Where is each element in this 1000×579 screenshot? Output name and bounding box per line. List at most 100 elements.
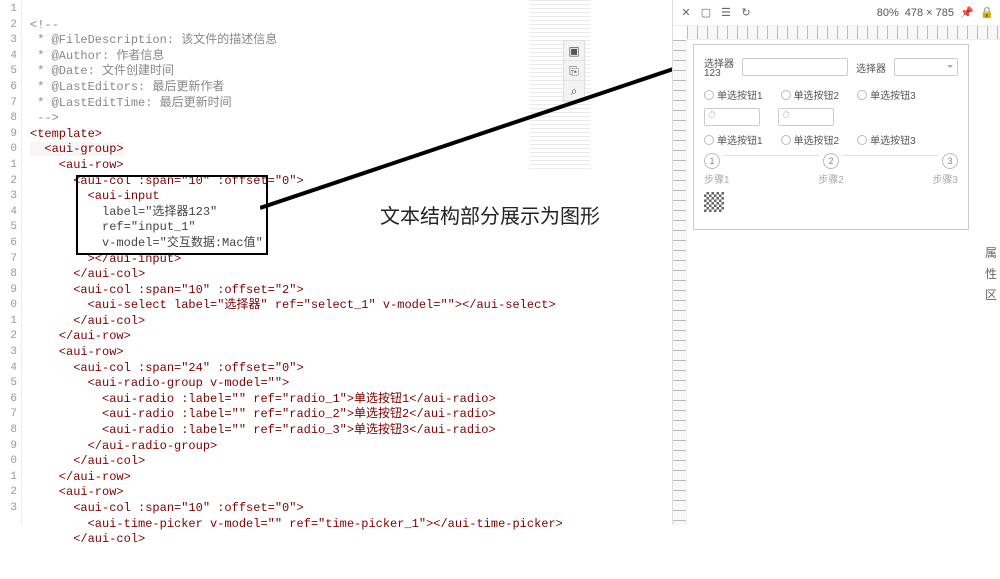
code-line: <aui-row> [30, 345, 124, 359]
step-item[interactable]: 2 [823, 153, 839, 169]
annotation-callout: 文本结构部分展示为图形 [380, 200, 600, 229]
line-number: 4 [0, 361, 17, 377]
code-line: </aui-col> [30, 532, 145, 546]
line-gutter: 1 2 3 4 5 6 7 8 9 0 1 2 3 4 5 6 7 8 9 0 … [0, 0, 22, 525]
line-number: 1 [0, 470, 17, 486]
line-number: 9 [0, 439, 17, 455]
code-line: <aui-radio-group v-model=""> [30, 376, 289, 390]
line-number: 6 [0, 392, 17, 408]
radio-label: 单选按钮1 [717, 87, 763, 102]
code-line: <aui-row> [30, 485, 124, 499]
radio-icon [781, 135, 791, 145]
code-line: * @LastEditors: 最后更新作者 [30, 80, 224, 94]
radio-option[interactable]: 单选按钮1 [704, 87, 763, 102]
line-number: 0 [0, 298, 17, 314]
bounds-icon[interactable]: ▢ [699, 6, 713, 20]
pin-icon[interactable]: 📌 [960, 6, 974, 20]
side-tab[interactable]: 性 [982, 265, 1000, 282]
line-number: 9 [0, 127, 17, 143]
radio-label: 单选按钮2 [794, 132, 840, 147]
side-panel-tabs: 属 性 区 [982, 240, 1000, 307]
line-number: 3 [0, 501, 17, 517]
qr-code-icon [704, 192, 724, 212]
step-number: 2 [823, 153, 839, 169]
code-line: * @LastEditTime: 最后更新时间 [30, 96, 232, 110]
line-number: 1 [0, 314, 17, 330]
select-label: 选择器 [856, 60, 886, 75]
radio-label: 单选按钮3 [870, 132, 916, 147]
radio-option[interactable]: 单选按钮2 [781, 132, 840, 147]
text-input[interactable] [742, 58, 848, 76]
design-canvas[interactable]: 选择器 123 选择器 单选按钮1 单选按钮2 单选按钮3 单选按钮1 单选按钮… [693, 44, 969, 230]
code-line: </aui-radio-group> [30, 439, 217, 453]
code-line: label="选择器123" [30, 205, 217, 219]
radio-icon [781, 90, 791, 100]
step-label: 步骤3 [932, 171, 958, 186]
step-label: 步骤2 [818, 171, 844, 186]
code-line: ref="input_1" [30, 220, 196, 234]
radio-option[interactable]: 单选按钮3 [857, 87, 916, 102]
radio-label: 单选按钮3 [870, 87, 916, 102]
toolbar-icon[interactable]: ⌕ [564, 81, 584, 101]
code-line: --> [30, 111, 59, 125]
select-dropdown[interactable] [894, 58, 958, 76]
toolbar-icon[interactable]: ⎘ [564, 61, 584, 81]
code-line: </aui-col> [30, 314, 145, 328]
code-line: <aui-row> [30, 158, 124, 172]
time-picker-row [704, 108, 958, 126]
line-number: 5 [0, 220, 17, 236]
radio-icon [704, 135, 714, 145]
code-line: <aui-col :span="10" :offset="2"> [30, 283, 304, 297]
refresh-icon[interactable]: ↻ [739, 6, 753, 20]
list-icon[interactable]: ☰ [719, 6, 733, 20]
step-item[interactable]: 3 [942, 153, 958, 169]
code-line: <aui-group> [30, 142, 124, 156]
side-tab[interactable]: 区 [982, 286, 1000, 303]
ruler-vertical [673, 40, 687, 525]
line-number: 6 [0, 236, 17, 252]
form-row: 选择器 123 选择器 [704, 55, 958, 79]
time-picker[interactable] [704, 108, 760, 126]
code-line: <aui-col :span="10" :offset="0"> [30, 174, 304, 188]
editor-quick-toolbar: ▣ ⎘ ⌕ [563, 40, 585, 102]
line-number: 0 [0, 142, 17, 158]
toolbar-icon[interactable]: ▣ [564, 41, 584, 61]
line-number: 6 [0, 80, 17, 96]
code-line: </aui-col> [30, 267, 145, 281]
step-label: 步骤1 [704, 171, 730, 186]
radio-option[interactable]: 单选按钮2 [781, 87, 840, 102]
time-picker[interactable] [778, 108, 834, 126]
code-line: * @Author: 作者信息 [30, 49, 164, 63]
code-line: <aui-select label="选择器" ref="select_1" v… [30, 298, 556, 312]
lock-icon[interactable]: 🔒 [980, 6, 994, 20]
ruler-horizontal [687, 26, 1000, 40]
radio-label: 单选按钮2 [794, 87, 840, 102]
radio-option[interactable]: 单选按钮3 [857, 132, 916, 147]
line-number: 7 [0, 252, 17, 268]
step-item[interactable]: 1 [704, 153, 720, 169]
code-line: </aui-row> [30, 329, 131, 343]
line-number: 2 [0, 18, 17, 34]
radio-icon [857, 90, 867, 100]
code-line: <aui-col :span="10" :offset="0"> [30, 501, 304, 515]
line-number: 3 [0, 345, 17, 361]
line-number: 8 [0, 423, 17, 439]
code-line: <aui-radio :label="" ref="radio_2">单选按钮2… [30, 407, 496, 421]
code-line: <aui-col :span="24" :offset="0"> [30, 361, 304, 375]
code-line: ></aui-input> [30, 252, 181, 266]
line-number: 4 [0, 205, 17, 221]
code-area[interactable]: <!-- * @FileDescription: 该文件的描述信息 * @Aut… [22, 0, 591, 525]
code-line: <!-- [30, 18, 59, 32]
close-icon[interactable]: ✕ [679, 6, 693, 20]
canvas-dimensions: 478 × 785 [905, 7, 954, 19]
radio-option[interactable]: 单选按钮1 [704, 132, 763, 147]
side-tab[interactable]: 属 [982, 244, 1000, 261]
line-number: 0 [0, 454, 17, 470]
code-line: <aui-radio :label="" ref="radio_3">单选按钮3… [30, 423, 496, 437]
zoom-level[interactable]: 80% [877, 7, 899, 19]
step-connector [724, 155, 819, 156]
line-number: 4 [0, 49, 17, 65]
line-number: 2 [0, 485, 17, 501]
line-number: 5 [0, 376, 17, 392]
code-line: <aui-input [30, 189, 160, 203]
